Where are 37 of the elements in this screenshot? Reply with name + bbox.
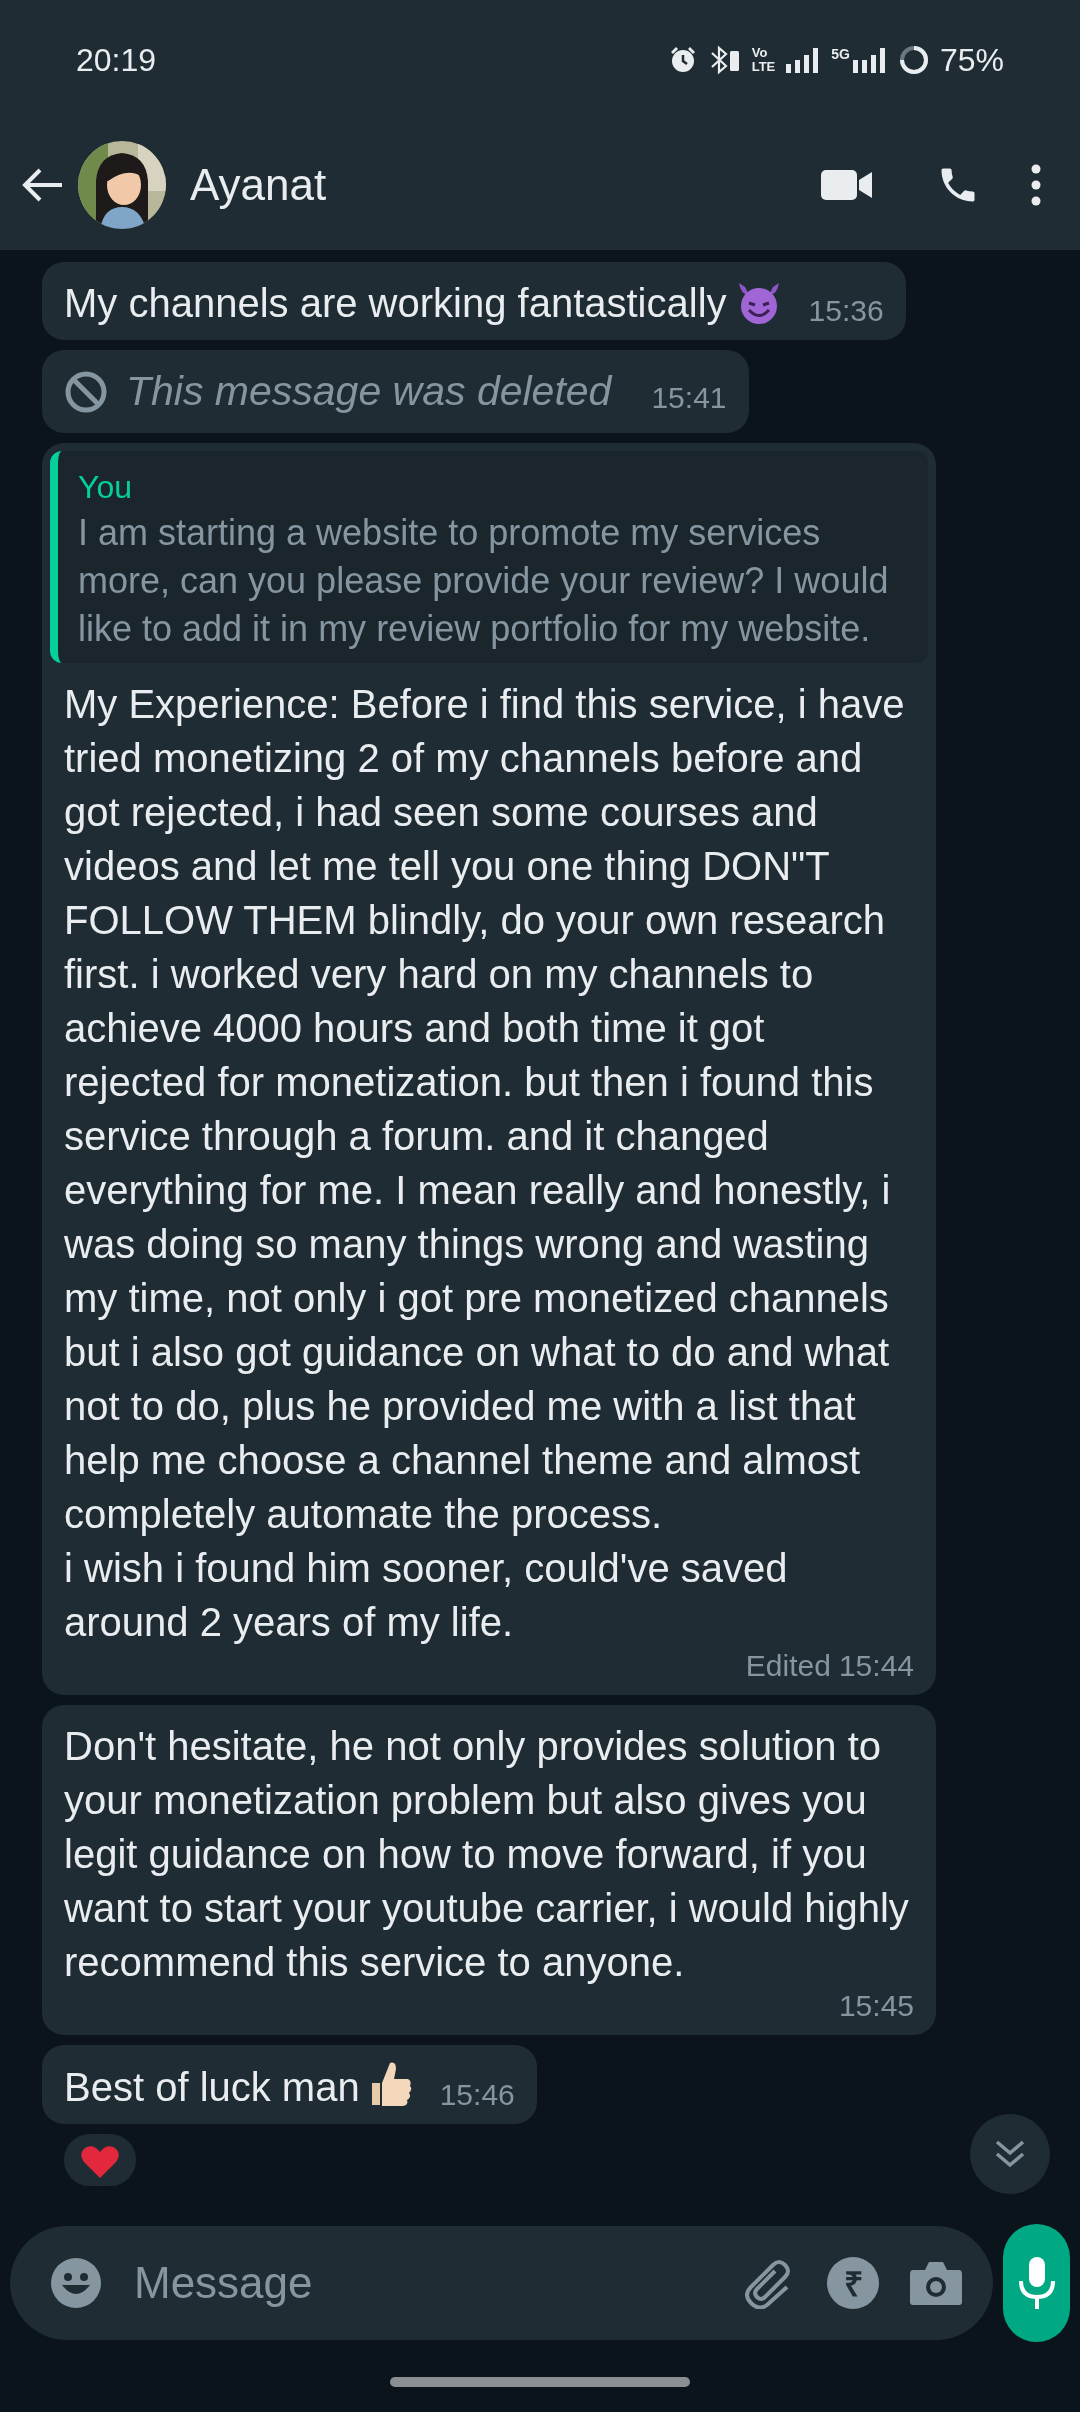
camera-icon[interactable] bbox=[909, 2260, 963, 2306]
message-bubble[interactable]: My channels are working fantastically 15:36 bbox=[42, 262, 906, 340]
microphone-icon bbox=[1016, 2255, 1057, 2311]
back-icon[interactable] bbox=[20, 167, 64, 203]
message-time: 15:44 bbox=[838, 1649, 914, 1683]
payment-button[interactable]: ₹ bbox=[827, 2257, 879, 2309]
battery-icon bbox=[897, 44, 930, 76]
network-label: 5G bbox=[831, 45, 850, 62]
edited-label: Edited bbox=[745, 1649, 831, 1683]
message-field[interactable]: Message ₹ bbox=[10, 2226, 993, 2340]
deleted-message-bubble[interactable]: This message was deleted 15:41 bbox=[42, 350, 749, 433]
heart-icon bbox=[80, 2144, 120, 2180]
blocked-icon bbox=[64, 369, 108, 414]
video-call-icon[interactable] bbox=[820, 168, 874, 202]
lte-label: LTE bbox=[751, 60, 776, 74]
more-options-icon[interactable] bbox=[1030, 164, 1042, 206]
message-time: 15:36 bbox=[808, 294, 884, 328]
message-text: Don't hesitate, he not only provides solution to your monetization problem but also gives you legit guidance on how to move forward, if you want to start your youtube carrier, i would highly recommend this service to anyone. bbox=[64, 1724, 910, 1984]
quoted-message[interactable]: You I am starting a website to promote my services more, can you please provide your review? I would like to add it in my review portfolio for my website. bbox=[50, 451, 928, 663]
emoji-icon[interactable] bbox=[50, 2257, 102, 2309]
message-bubble[interactable] bbox=[42, 1705, 936, 2035]
contact-name[interactable]: Ayanat bbox=[190, 160, 327, 210]
message-bubble[interactable] bbox=[42, 443, 936, 1695]
message-text: This message was deleted bbox=[126, 368, 612, 415]
message-time: 15:41 bbox=[651, 381, 727, 415]
quote-text: I am starting a website to promote my services more, can you please provide your review? I would like to add it in my review portfolio for my website. bbox=[78, 511, 890, 651]
signal-icon bbox=[851, 46, 888, 74]
volte-label: Vo bbox=[751, 46, 769, 60]
status-time: 20:19 bbox=[76, 41, 158, 79]
double-chevron-icon bbox=[993, 2139, 1027, 2169]
message-text: Best of luck man bbox=[64, 2065, 360, 2109]
battery-percent: 75% bbox=[939, 41, 1004, 79]
message-time: 15:46 bbox=[439, 2078, 515, 2112]
message-time: 15:45 bbox=[838, 1989, 914, 2023]
message-text: My channels are working fantastically bbox=[64, 281, 727, 325]
quote-author: You bbox=[78, 468, 133, 507]
message-text: My Experience: Before i find this service, i have tried monetizing 2 of my channels before and got rejected, i had seen some courses and videos and let me tell you one thing DON"T FOLLOW THEM blindly, do your own research first. i worked very hard on my channels to achieve 4000 hours and both time it got rejected for monetization. but then i found this service through a forum. and it changed everything for me. I mean really and honestly, i was doing so many things wrong and wasting my time, not only i got pre monetized channels but i also got guidance on what to do and what not to do, plus he provided me with a list that help me choose a channel theme and almost completely automate the process. i wish i found him sooner, could've saved around 2 years of my life. bbox=[64, 682, 906, 1644]
